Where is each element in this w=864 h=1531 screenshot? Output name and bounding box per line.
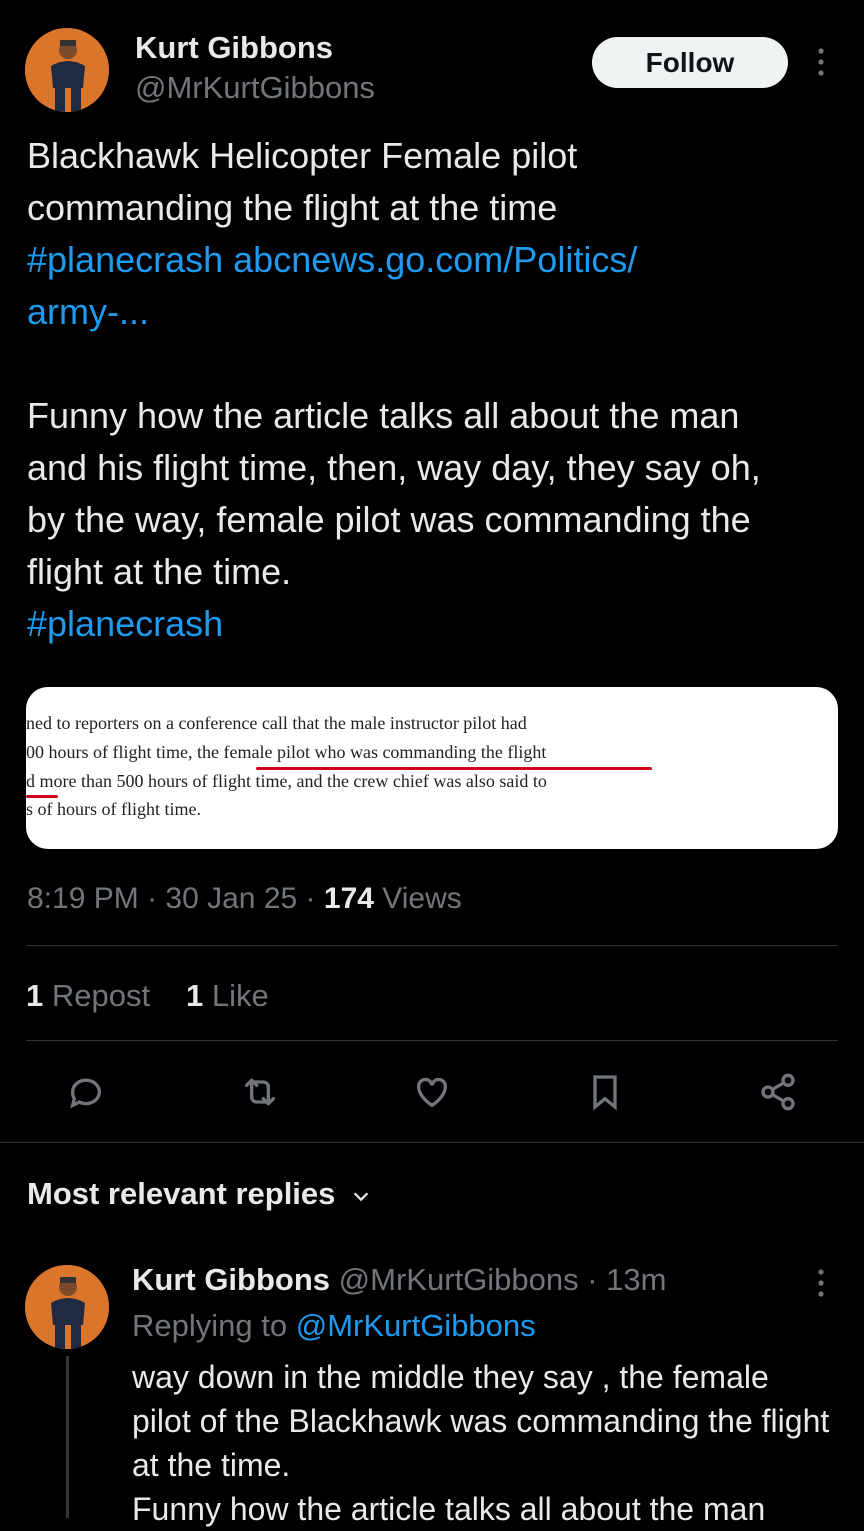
like-label: Like <box>211 978 269 1013</box>
replying-to-handle[interactable]: @MrKurtGibbons <box>296 1308 536 1343</box>
reply-author-handle[interactable]: @MrKurtGibbons <box>339 1262 579 1297</box>
tweet-line-1: Blackhawk Helicopter Female pilot <box>27 135 578 176</box>
repost-label: Repost <box>51 978 151 1013</box>
replies-sort-label: Most relevant replies <box>27 1176 336 1211</box>
repost-stat[interactable]: 1 Repost <box>26 978 150 1014</box>
tweet-date[interactable]: 30 Jan 25 <box>165 882 297 915</box>
red-underline <box>256 767 652 770</box>
hashtag-link[interactable]: #planecrash <box>27 239 223 280</box>
divider <box>26 945 838 946</box>
reply-author-name[interactable]: Kurt Gibbons <box>132 1262 330 1297</box>
reply-avatar[interactable] <box>25 1265 109 1349</box>
author-handle[interactable]: @MrKurtGibbons <box>135 70 375 106</box>
reply-thread-line <box>66 1356 69 1518</box>
avatar-person-icon <box>25 1265 109 1349</box>
like-count: 1 <box>186 978 204 1013</box>
image-text-line-3: d more than 500 hours of flight time, an… <box>26 771 547 791</box>
views-label: Views <box>382 882 462 915</box>
more-options-icon[interactable] <box>814 47 828 82</box>
author-name[interactable]: Kurt Gibbons <box>135 30 333 66</box>
hashtag-link-2[interactable]: #planecrash <box>27 603 223 644</box>
divider <box>0 1142 864 1143</box>
repost-count: 1 <box>26 978 44 1013</box>
tweet-meta: 8:19 PM · 30 Jan 25 · 174 Views <box>27 882 462 915</box>
tweet-time[interactable]: 8:19 PM <box>27 882 139 915</box>
repost-icon[interactable] <box>238 1070 282 1114</box>
bookmark-icon[interactable] <box>583 1070 627 1114</box>
reply-text: way down in the middle they say , the fe… <box>132 1359 830 1483</box>
reply-more-options-icon[interactable] <box>814 1268 828 1303</box>
tweet-line-2: commanding the flight at the time <box>27 187 558 228</box>
image-text-line-4: s of hours of flight time. <box>26 799 201 819</box>
like-icon[interactable] <box>410 1070 454 1114</box>
red-underline-small <box>26 795 58 798</box>
reply-header: Kurt Gibbons @MrKurtGibbons · 13m <box>132 1262 666 1298</box>
article-link[interactable]: abcnews.go.com/Politics/ <box>233 239 637 280</box>
replies-sort-dropdown[interactable]: Most relevant replies <box>27 1176 372 1212</box>
article-link-cont[interactable]: army-... <box>27 291 149 332</box>
divider <box>26 1040 838 1041</box>
share-icon[interactable] <box>756 1070 800 1114</box>
tweet-paragraph-2: Funny how the article talks all about th… <box>27 395 761 592</box>
replying-to: Replying to @MrKurtGibbons <box>132 1308 536 1344</box>
reply-icon[interactable] <box>64 1070 108 1114</box>
follow-button[interactable]: Follow <box>592 37 788 88</box>
replying-to-label: Replying to <box>132 1308 288 1343</box>
reply-text-cont: Funny how the article talks all about th… <box>132 1491 766 1527</box>
tweet-text: Blackhawk Helicopter Female pilot comman… <box>27 130 827 650</box>
views-count: 174 <box>323 882 374 915</box>
image-text-line-1: ned to reporters on a conference call th… <box>26 713 527 733</box>
reply-time[interactable]: · 13m <box>587 1262 666 1297</box>
author-avatar[interactable] <box>25 28 109 112</box>
image-text-line-2b: female pilot who was commanding the flig… <box>223 742 547 762</box>
avatar-person-icon <box>25 28 109 112</box>
like-stat[interactable]: 1 Like <box>186 978 269 1014</box>
image-text-line-2a: 00 hours of flight time, the <box>26 742 224 762</box>
image-text-line-2: 00 hours of flight time, the female pilo… <box>26 742 546 763</box>
attached-image[interactable]: ned to reporters on a conference call th… <box>26 687 838 849</box>
chevron-down-icon <box>353 1192 369 1202</box>
